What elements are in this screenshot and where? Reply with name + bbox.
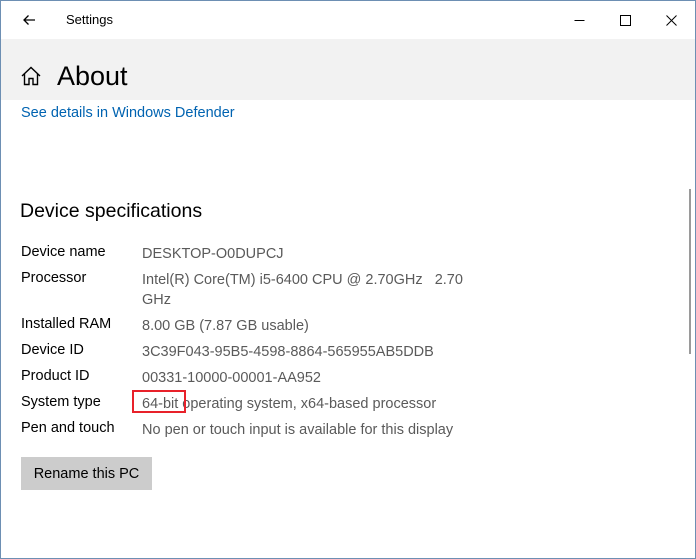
spec-value: 3C39F043-95B5-4598-8864-565955AB5DDB	[142, 344, 434, 360]
spec-value: 8.00 GB (7.87 GB usable)	[142, 318, 309, 334]
windows-defender-link[interactable]: See details in Windows Defender	[21, 105, 235, 121]
scrollbar-thumb[interactable]	[689, 189, 691, 354]
spec-value: 00331-10000-00001-AA952	[142, 370, 321, 386]
spec-label: Product ID	[21, 368, 90, 384]
spec-value: Intel(R) Core(TM) i5-6400 CPU @ 2.70GHz …	[142, 272, 467, 308]
home-icon	[21, 66, 41, 86]
close-icon	[665, 14, 677, 26]
maximize-button[interactable]	[602, 1, 648, 39]
minimize-button[interactable]	[556, 1, 602, 39]
close-button[interactable]	[648, 1, 694, 39]
spec-label: Device name	[21, 244, 106, 260]
maximize-icon	[619, 14, 631, 26]
main-content: See details in Windows Defender Device s…	[1, 100, 695, 558]
spec-value: DESKTOP-O0DUPCJ	[142, 246, 284, 262]
rename-pc-button[interactable]: Rename this PC	[21, 457, 152, 490]
page-title: About	[57, 61, 128, 91]
device-specifications-heading: Device specifications	[20, 200, 203, 222]
spec-label: Device ID	[21, 342, 84, 358]
page-header: About	[1, 39, 695, 100]
settings-window: Settings About See details in Windows De…	[0, 0, 696, 559]
spec-label: Pen and touch	[21, 420, 115, 436]
spec-value: 64-bit operating system, x64-based proce…	[142, 396, 437, 412]
spec-label: Installed RAM	[21, 316, 112, 332]
window-title: Settings	[66, 12, 113, 27]
highlight-box-64-bit	[132, 390, 186, 413]
minimize-icon	[574, 19, 584, 21]
back-button[interactable]	[13, 5, 45, 35]
spec-label: Processor	[21, 270, 87, 286]
spec-label: System type	[21, 394, 101, 410]
title-bar: Settings	[1, 1, 695, 39]
spec-value: No pen or touch input is available for t…	[142, 422, 454, 438]
arrow-left-icon	[23, 15, 35, 25]
